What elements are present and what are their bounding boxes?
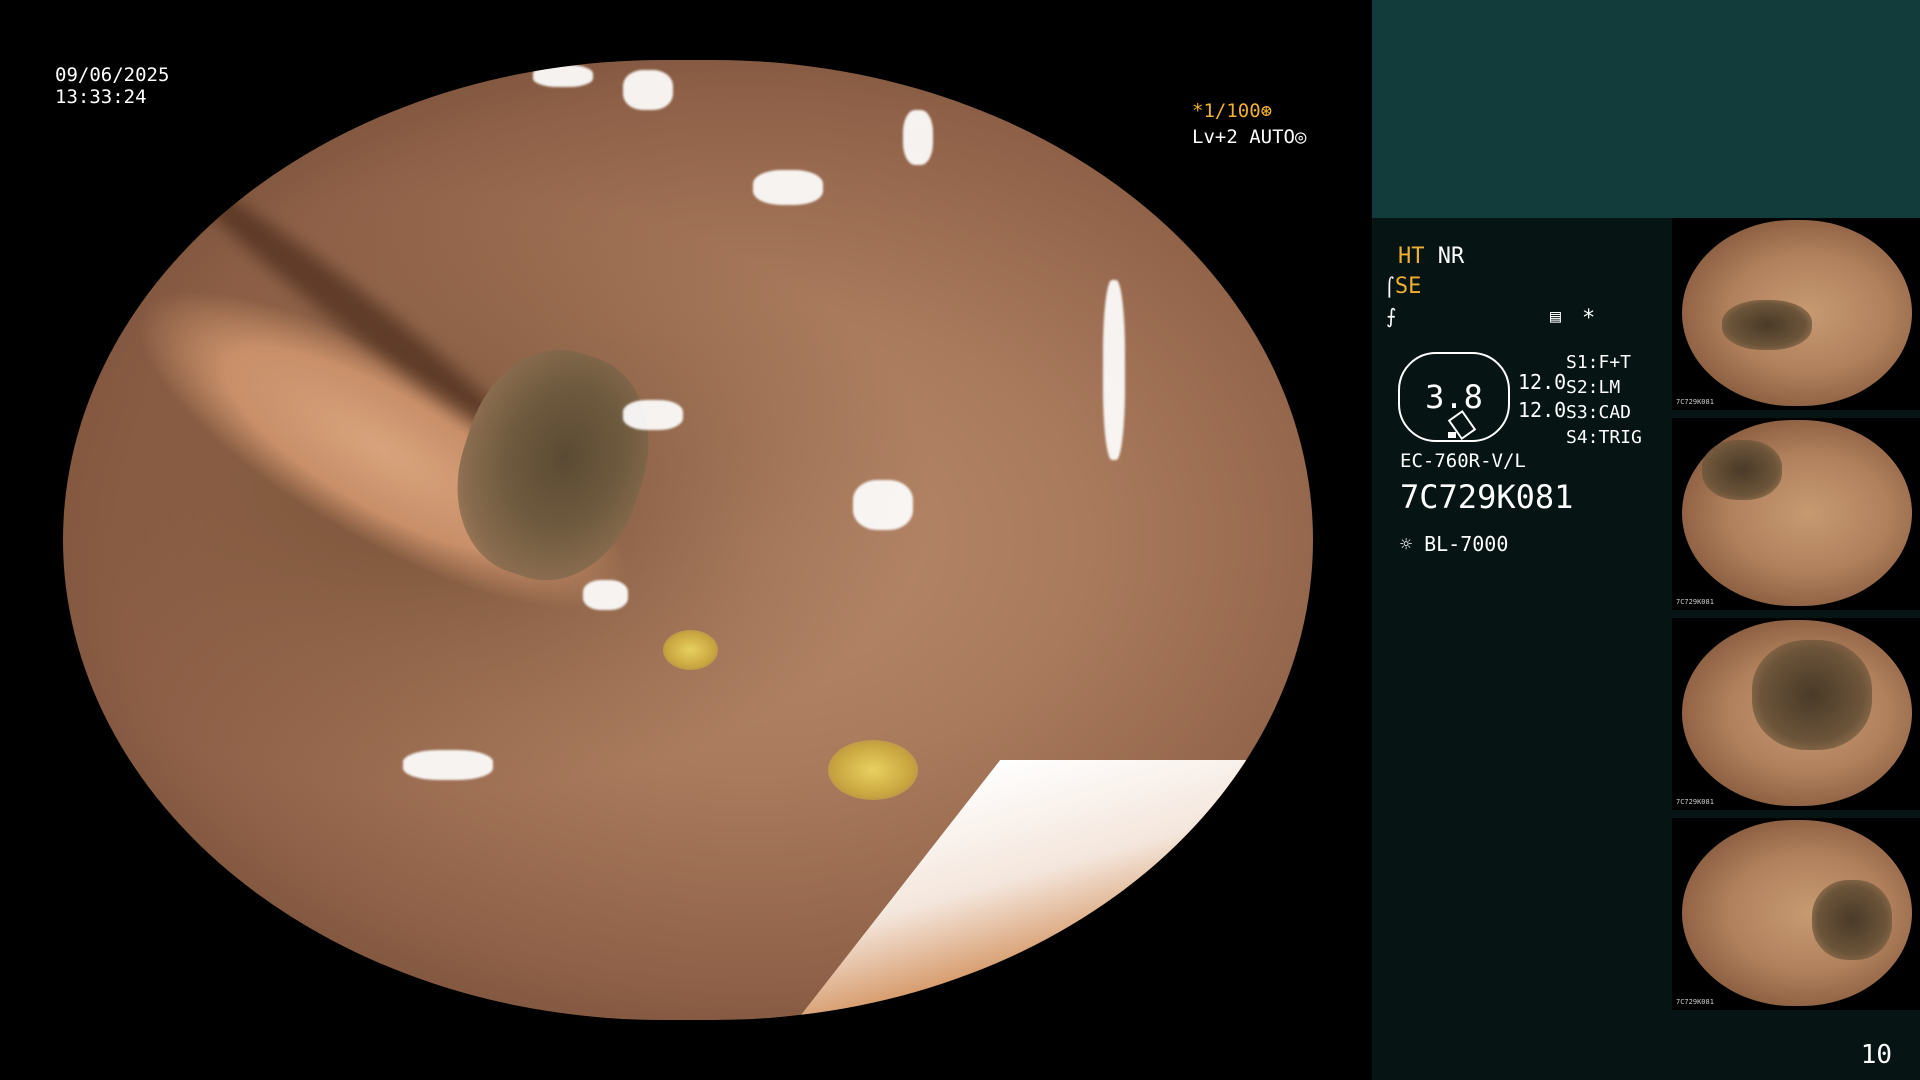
switch-item: S4:TRIG xyxy=(1566,427,1642,448)
date-time-readout: 09/06/2025 13:33:24 xyxy=(55,64,169,108)
gauge-value: 3.8 xyxy=(1425,378,1483,416)
asterisk-mark: * xyxy=(1582,306,1596,331)
mode-se: SE xyxy=(1394,274,1422,299)
value-a: 12.0 xyxy=(1518,370,1567,394)
light-source-icon: ☼ xyxy=(1400,532,1413,556)
light-reflection xyxy=(583,580,628,610)
light-reflection xyxy=(623,70,673,110)
switch-item: S2:LM xyxy=(1566,377,1621,398)
switch-list: S1:F+T S2:LM S3:CAD S4:TRIG xyxy=(1566,350,1642,450)
thumbnail[interactable]: 7C729K081 xyxy=(1672,618,1920,810)
thumbnail-image xyxy=(1682,620,1912,806)
side-panel-header xyxy=(1372,0,1920,218)
thumbnail-image xyxy=(1682,420,1912,606)
mucus-spot xyxy=(828,740,918,800)
page-number: 10 xyxy=(1860,1040,1892,1070)
date: 09/06/2025 xyxy=(55,64,170,86)
endoscope-main-view: 09/06/2025 13:33:24 *1/100⊛ Lv+2 AUTO◎ xyxy=(0,0,1372,1080)
thumbnail-serial: 7C729K081 xyxy=(1676,798,1714,806)
record-icon: ▤ xyxy=(1550,306,1561,327)
side-panel: HT NR ⌠SE ⨍ ▤ * 3.8 12.0 12.0 S1:F+T S2:… xyxy=(1372,0,1920,1080)
thumbnail-image xyxy=(1682,220,1912,406)
gauge-dot-icon xyxy=(1448,432,1456,438)
endoscopy-image xyxy=(63,60,1313,1020)
structure-enhance-icon: ⌠ xyxy=(1384,277,1395,298)
light-reflection xyxy=(853,480,913,530)
thumbnail-lumen xyxy=(1722,300,1812,350)
switch-item: S3:CAD xyxy=(1566,402,1632,423)
light-reflection xyxy=(753,170,823,205)
thumbnail-image xyxy=(1682,820,1912,1006)
light-reflection xyxy=(623,400,683,430)
light-reflection xyxy=(1103,280,1125,460)
light-reflection xyxy=(403,750,493,780)
thumbnail-serial: 7C729K081 xyxy=(1676,998,1714,1006)
thumbnail-lumen xyxy=(1812,880,1892,960)
shutter-readout: *1/100⊛ xyxy=(1192,100,1273,122)
thumbnail[interactable]: 7C729K081 xyxy=(1672,418,1920,610)
scope-model: EC-760R-V/L xyxy=(1400,450,1526,472)
mode-nr: NR xyxy=(1437,244,1465,269)
light-source: BL-7000 xyxy=(1424,532,1509,556)
thumbnail[interactable]: 7C729K081 xyxy=(1672,218,1920,410)
mode-ht: HT xyxy=(1398,244,1425,269)
thumbnail-lumen xyxy=(1702,440,1782,500)
mucus-spot xyxy=(663,630,718,670)
value-b: 12.0 xyxy=(1518,398,1567,422)
light-reflection xyxy=(903,110,933,165)
instrument-tip xyxy=(765,760,1313,1020)
thumbnail-serial: 7C729K081 xyxy=(1676,598,1714,606)
switch-item: S1:F+T xyxy=(1566,352,1632,373)
color-enhance-icon: ⨍ xyxy=(1386,304,1397,328)
brightness-level-readout: Lv+2 AUTO◎ xyxy=(1192,126,1307,148)
thumbnail[interactable]: 7C729K081 xyxy=(1672,818,1920,1010)
scope-serial: 7C729K081 xyxy=(1400,478,1574,516)
time: 13:33:24 xyxy=(55,86,147,108)
thumbnail-serial: 7C729K081 xyxy=(1676,398,1714,406)
light-reflection xyxy=(533,65,593,87)
thumbnail-lumen xyxy=(1752,640,1872,750)
